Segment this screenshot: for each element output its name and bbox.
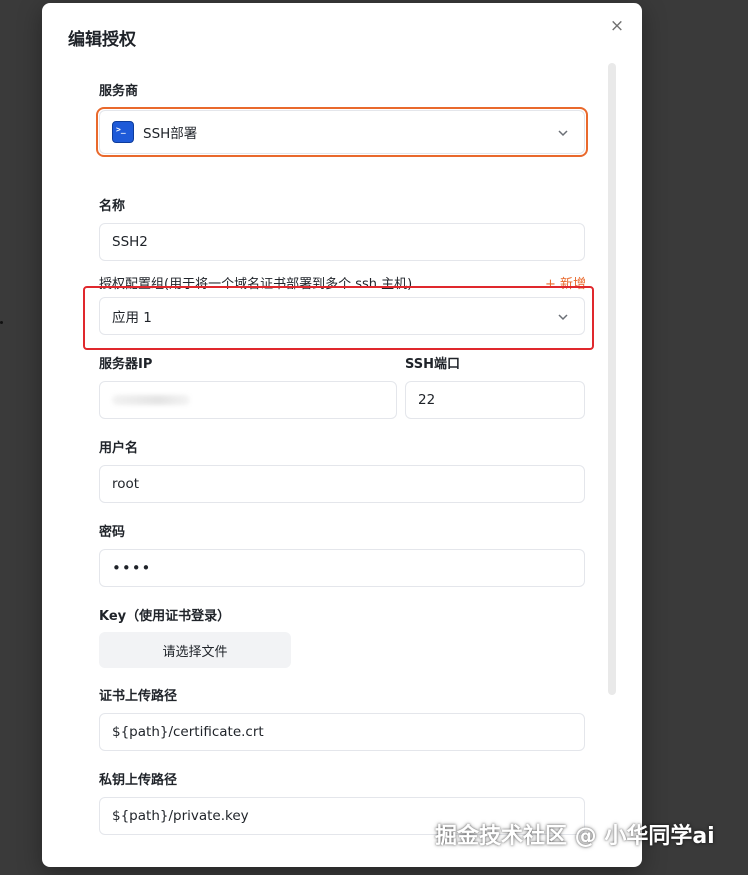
- scrollbar[interactable]: [608, 63, 616, 695]
- close-icon[interactable]: ×: [607, 16, 627, 36]
- ssh-port-value: 22: [418, 392, 436, 408]
- chevron-down-icon: [558, 314, 568, 321]
- dialog-title: 编辑授权: [68, 30, 136, 50]
- server-ip-label: 服务器IP: [99, 357, 153, 372]
- name-value: SSH2: [112, 234, 148, 250]
- chevron-down-icon: [558, 130, 568, 137]
- key-path-label: 私钥上传路径: [99, 773, 178, 788]
- group-value: 应用 1: [112, 310, 152, 326]
- password-value: ••••: [112, 559, 152, 577]
- key-label: Key（使用证书登录）: [99, 609, 231, 624]
- provider-label: 服务商: [99, 84, 139, 99]
- provider-select[interactable]: >_ SSH部署: [99, 110, 585, 154]
- cert-path-value: ${path}/certificate.crt: [112, 724, 264, 740]
- password-label: 密码: [99, 525, 126, 540]
- edit-authorization-dialog: 编辑授权 × 服务商 >_ SSH部署 名称 SSH2 授权配置组(用于将一个域…: [42, 3, 642, 867]
- ssh-port-label: SSH端口: [405, 357, 461, 372]
- key-path-value: ${path}/private.key: [112, 808, 249, 824]
- backdrop-mark: [0, 321, 3, 324]
- server-ip-input[interactable]: [99, 381, 397, 419]
- username-label: 用户名: [99, 441, 139, 456]
- username-value: root: [112, 476, 140, 492]
- choose-file-button[interactable]: 请选择文件: [99, 632, 291, 668]
- provider-value: SSH部署: [143, 126, 198, 142]
- name-label: 名称: [99, 199, 126, 214]
- password-input[interactable]: ••••: [99, 549, 585, 587]
- ssh-port-input[interactable]: 22: [405, 381, 585, 419]
- name-input[interactable]: SSH2: [99, 223, 585, 261]
- cert-path-input[interactable]: ${path}/certificate.crt: [99, 713, 585, 751]
- group-select[interactable]: 应用 1: [99, 297, 585, 335]
- redacted-ip: [112, 395, 190, 405]
- watermark: 掘金技术社区 @ 小华同学ai: [435, 824, 715, 849]
- terminal-icon: >_: [112, 121, 134, 143]
- username-input[interactable]: root: [99, 465, 585, 503]
- cert-path-label: 证书上传路径: [99, 689, 178, 704]
